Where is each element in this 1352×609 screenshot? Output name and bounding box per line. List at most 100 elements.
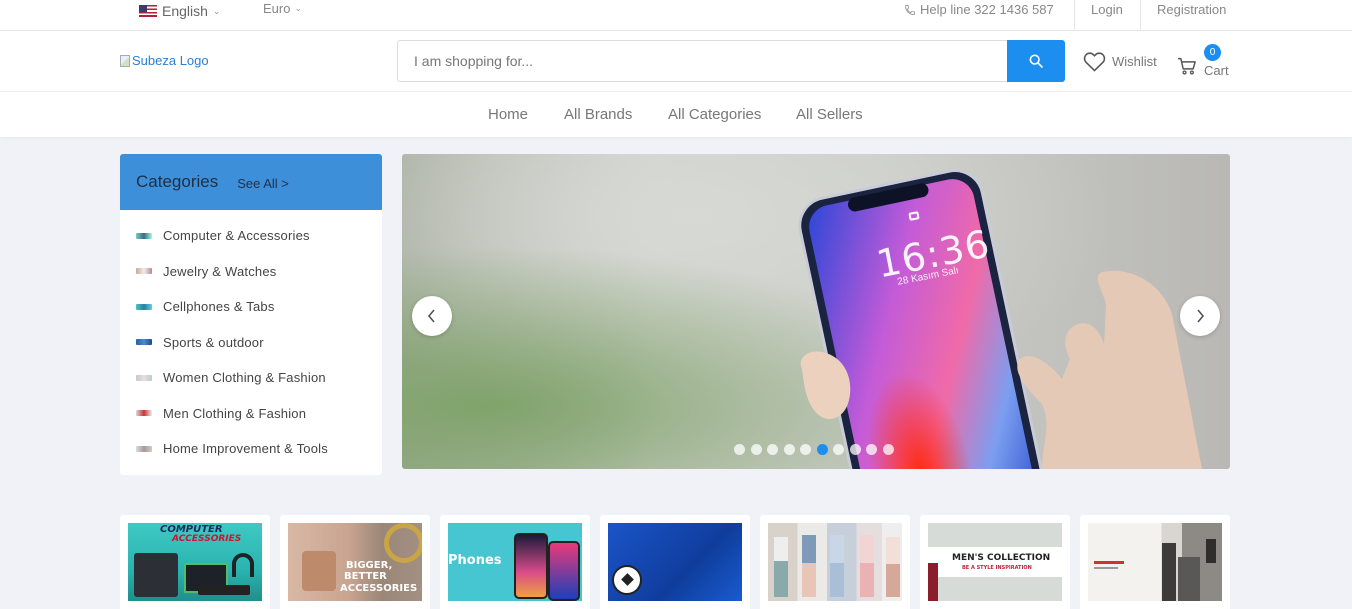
helpline-text: Help line 322 1436 587 [920, 2, 1054, 17]
language-selector[interactable]: English ⌄ [139, 3, 220, 19]
tile-text: BE A STYLE INSPIRATION [962, 565, 1032, 571]
cart-button[interactable]: 0 Cart [1177, 43, 1237, 83]
model-shape [830, 535, 844, 597]
bag-shape [302, 551, 336, 591]
tile-image [1088, 523, 1222, 601]
nav-all-categories[interactable]: All Categories [668, 106, 761, 123]
category-label: Cellphones & Tabs [163, 299, 275, 315]
cart-label: Cart [1204, 63, 1229, 78]
model-shape [802, 535, 816, 597]
category-label: Men Clothing & Fashion [163, 405, 307, 421]
category-tile-home[interactable] [1080, 515, 1230, 609]
bracelet-shape [384, 523, 422, 563]
slide-image-phone [798, 169, 1202, 469]
phone-shape [514, 533, 548, 599]
tile-text: BETTER [344, 571, 387, 582]
tile-text: BIGGER, [346, 560, 393, 571]
category-thumbnail [136, 303, 152, 310]
slider-prev-button[interactable] [412, 296, 452, 336]
chevron-left-icon [427, 309, 435, 323]
pc-case-shape [134, 553, 178, 597]
chevron-down-icon: ⌄ [212, 5, 221, 16]
login-link[interactable]: Login [1091, 2, 1123, 17]
category-item[interactable]: Home Improvement & Tools [120, 431, 382, 467]
tile-image: Phones [448, 523, 582, 601]
slider-dot[interactable] [882, 444, 894, 455]
category-label: Computer & Accessories [163, 228, 310, 244]
tile-image: COMPUTER ACCESSORIES [128, 523, 262, 601]
chevron-right-icon [1197, 309, 1205, 323]
site-logo[interactable]: Subeza Logo [120, 53, 209, 68]
tile-text: MEN'S COLLECTION [952, 553, 1051, 563]
model-shape [774, 537, 788, 597]
slider-dot[interactable] [783, 444, 795, 455]
fridge-shape [1162, 543, 1176, 601]
tile-text: ACCESSORIES [172, 534, 242, 544]
nav-home[interactable]: Home [488, 106, 528, 123]
nav-all-sellers[interactable]: All Sellers [796, 106, 863, 123]
slider-dot[interactable] [767, 444, 778, 455]
phone-shape [548, 541, 580, 601]
category-tile-computer[interactable]: COMPUTER ACCESSORIES [120, 515, 270, 609]
category-tile-sports[interactable] [600, 515, 750, 609]
model-shape [860, 535, 874, 597]
category-label: Home Improvement & Tools [163, 441, 328, 457]
category-item[interactable]: Women Clothing & Fashion [120, 360, 382, 396]
see-all-link[interactable]: See All > [237, 176, 289, 191]
top-bar: English ⌄ Euro ⌄ Help line 322 1436 587 … [0, 0, 1352, 31]
tile-image: MEN'S COLLECTION BE A STYLE INSPIRATION [928, 523, 1062, 601]
slider-next-button[interactable] [1180, 296, 1220, 336]
category-tile-women[interactable] [760, 515, 910, 609]
category-label: Jewelry & Watches [163, 263, 277, 279]
category-thumbnail [136, 410, 152, 417]
categories-header: Categories See All > [120, 154, 382, 210]
tile-image: BIGGER, BETTER ACCESSORIES [288, 523, 422, 601]
nav-all-brands[interactable]: All Brands [564, 106, 632, 123]
category-item[interactable]: Sports & outdoor [120, 325, 382, 361]
logo-alt-text: Subeza Logo [132, 53, 209, 68]
keyboard-shape [198, 585, 250, 595]
category-thumbnail [136, 445, 152, 452]
category-item[interactable]: Jewelry & Watches [120, 254, 382, 290]
search-input[interactable] [397, 40, 1008, 82]
tile-image [608, 523, 742, 601]
category-tile-men[interactable]: MEN'S COLLECTION BE A STYLE INSPIRATION [920, 515, 1070, 609]
slider-dot[interactable] [750, 444, 762, 455]
appliance-shape [1178, 557, 1200, 601]
category-thumbnail [136, 232, 152, 239]
category-label: Sports & outdoor [163, 334, 264, 350]
category-thumbnail [136, 268, 152, 275]
currency-selector[interactable]: Euro ⌄ [263, 1, 302, 16]
chevron-down-icon: ⌄ [294, 3, 303, 13]
helpline: Help line 322 1436 587 [904, 2, 1054, 17]
slider-dot[interactable] [833, 444, 844, 455]
broken-image-icon [120, 54, 130, 67]
search-button[interactable] [1007, 40, 1065, 82]
category-item[interactable]: Cellphones & Tabs [120, 289, 382, 325]
slider-dot[interactable] [800, 444, 811, 455]
hero-slider[interactable]: 16:36 28 Kasım Salı [402, 154, 1230, 469]
category-tile-phones[interactable]: Phones [440, 515, 590, 609]
slider-dot[interactable] [816, 444, 828, 455]
slider-dot[interactable] [734, 444, 745, 455]
tile-text: Phones [448, 553, 502, 568]
tile-image [768, 523, 902, 601]
divider [1074, 0, 1075, 31]
registration-link[interactable]: Registration [1157, 2, 1226, 17]
currency-label: Euro [263, 1, 291, 16]
header: Subeza Logo Wishlist 0 Cart [0, 31, 1352, 92]
categories-title: Categories [136, 172, 219, 191]
clothing-shape [928, 563, 938, 601]
cart-icon [1178, 57, 1196, 75]
slider-dot[interactable] [849, 444, 861, 455]
category-item[interactable]: Men Clothing & Fashion [120, 396, 382, 432]
heart-icon [1083, 52, 1106, 72]
wishlist-button[interactable]: Wishlist [1083, 51, 1157, 72]
category-item[interactable]: Computer & Accessories [120, 218, 382, 254]
slider-dots [734, 444, 894, 455]
categories-panel: Categories See All > Computer & Accessor… [120, 154, 382, 475]
category-tile-jewelry[interactable]: BIGGER, BETTER ACCESSORIES [280, 515, 430, 609]
slider-dot[interactable] [866, 444, 877, 455]
text-line-shape [1094, 561, 1124, 564]
divider [1140, 0, 1141, 31]
